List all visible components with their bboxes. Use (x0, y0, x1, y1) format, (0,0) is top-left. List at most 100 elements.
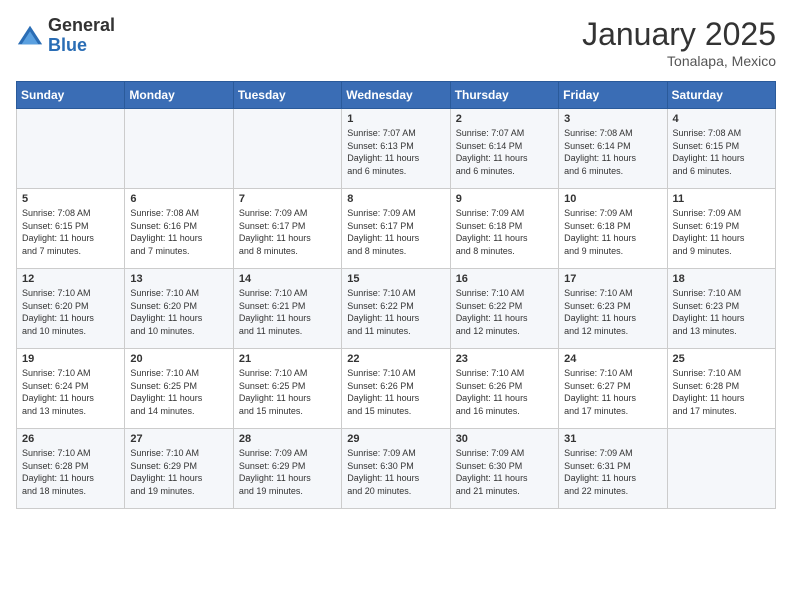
day-number: 13 (130, 273, 227, 285)
day-info: Sunrise: 7:09 AM Sunset: 6:19 PM Dayligh… (673, 207, 770, 257)
day-number: 5 (22, 193, 119, 205)
calendar-cell: 26Sunrise: 7:10 AM Sunset: 6:28 PM Dayli… (17, 429, 125, 509)
day-info: Sunrise: 7:10 AM Sunset: 6:29 PM Dayligh… (130, 447, 227, 497)
day-number: 15 (347, 273, 444, 285)
calendar-header-cell: Thursday (450, 82, 558, 109)
day-number: 11 (673, 193, 770, 205)
day-info: Sunrise: 7:10 AM Sunset: 6:26 PM Dayligh… (456, 367, 553, 417)
day-number: 30 (456, 433, 553, 445)
day-number: 17 (564, 273, 661, 285)
calendar-week-row: 26Sunrise: 7:10 AM Sunset: 6:28 PM Dayli… (17, 429, 776, 509)
day-number: 28 (239, 433, 336, 445)
day-info: Sunrise: 7:10 AM Sunset: 6:24 PM Dayligh… (22, 367, 119, 417)
day-number: 14 (239, 273, 336, 285)
day-info: Sunrise: 7:07 AM Sunset: 6:13 PM Dayligh… (347, 127, 444, 177)
day-info: Sunrise: 7:10 AM Sunset: 6:26 PM Dayligh… (347, 367, 444, 417)
day-number: 1 (347, 113, 444, 125)
day-info: Sunrise: 7:08 AM Sunset: 6:15 PM Dayligh… (673, 127, 770, 177)
day-info: Sunrise: 7:10 AM Sunset: 6:28 PM Dayligh… (673, 367, 770, 417)
calendar-cell: 24Sunrise: 7:10 AM Sunset: 6:27 PM Dayli… (559, 349, 667, 429)
day-info: Sunrise: 7:10 AM Sunset: 6:23 PM Dayligh… (673, 287, 770, 337)
day-info: Sunrise: 7:09 AM Sunset: 6:17 PM Dayligh… (239, 207, 336, 257)
calendar-week-row: 19 Sunrise: 7:10 AM Sunset: 6:24 PM Dayli… (17, 349, 776, 429)
calendar-cell: 14 Sunrise: 7:10 AM Sunset: 6:21 PM Dayli… (233, 269, 341, 349)
day-info: Sunrise: 7:10 AM Sunset: 6:27 PM Dayligh… (564, 367, 661, 417)
calendar-cell: 22 Sunrise: 7:10 AM Sunset: 6:26 PM Dayli… (342, 349, 450, 429)
calendar-cell: 8 Sunrise: 7:09 AM Sunset: 6:17 PM Daylig… (342, 189, 450, 269)
calendar-subtitle: Tonalapa, Mexico (582, 53, 776, 69)
calendar-cell: 7 Sunrise: 7:09 AM Sunset: 6:17 PM Daylig… (233, 189, 341, 269)
day-info: Sunrise: 7:08 AM Sunset: 6:15 PM Dayligh… (22, 207, 119, 257)
calendar-cell: 4 Sunrise: 7:08 AM Sunset: 6:15 PM Daylig… (667, 109, 775, 189)
calendar-cell: 6Sunrise: 7:08 AM Sunset: 6:16 PM Daylig… (125, 189, 233, 269)
day-number: 8 (347, 193, 444, 205)
day-info: Sunrise: 7:10 AM Sunset: 6:20 PM Dayligh… (22, 287, 119, 337)
calendar-cell: 16Sunrise: 7:10 AM Sunset: 6:22 PM Dayli… (450, 269, 558, 349)
calendar-cell: 2Sunrise: 7:07 AM Sunset: 6:14 PM Daylig… (450, 109, 558, 189)
calendar-cell: 28Sunrise: 7:09 AM Sunset: 6:29 PM Dayli… (233, 429, 341, 509)
day-info: Sunrise: 7:09 AM Sunset: 6:18 PM Dayligh… (456, 207, 553, 257)
day-number: 21 (239, 353, 336, 365)
calendar-cell: 20Sunrise: 7:10 AM Sunset: 6:25 PM Dayli… (125, 349, 233, 429)
logo-icon (16, 22, 44, 50)
day-number: 23 (456, 353, 553, 365)
calendar-header-cell: Sunday (17, 82, 125, 109)
calendar-cell (667, 429, 775, 509)
calendar-cell: 12Sunrise: 7:10 AM Sunset: 6:20 PM Dayli… (17, 269, 125, 349)
day-info: Sunrise: 7:09 AM Sunset: 6:17 PM Dayligh… (347, 207, 444, 257)
calendar-cell: 21 Sunrise: 7:10 AM Sunset: 6:25 PM Dayli… (233, 349, 341, 429)
day-number: 22 (347, 353, 444, 365)
calendar-cell: 10 Sunrise: 7:09 AM Sunset: 6:18 PM Dayli… (559, 189, 667, 269)
calendar-cell: 15 Sunrise: 7:10 AM Sunset: 6:22 PM Dayli… (342, 269, 450, 349)
day-number: 3 (564, 113, 661, 125)
day-number: 9 (456, 193, 553, 205)
calendar-week-row: 1 Sunrise: 7:07 AM Sunset: 6:13 PM Daylig… (17, 109, 776, 189)
calendar-cell: 5 Sunrise: 7:08 AM Sunset: 6:15 PM Daylig… (17, 189, 125, 269)
calendar-cell (125, 109, 233, 189)
day-number: 19 (22, 353, 119, 365)
day-info: Sunrise: 7:09 AM Sunset: 6:31 PM Dayligh… (564, 447, 661, 497)
day-info: Sunrise: 7:10 AM Sunset: 6:21 PM Dayligh… (239, 287, 336, 337)
calendar-cell: 27Sunrise: 7:10 AM Sunset: 6:29 PM Dayli… (125, 429, 233, 509)
calendar-cell: 19 Sunrise: 7:10 AM Sunset: 6:24 PM Dayli… (17, 349, 125, 429)
calendar-header-cell: Wednesday (342, 82, 450, 109)
day-info: Sunrise: 7:10 AM Sunset: 6:25 PM Dayligh… (130, 367, 227, 417)
calendar-header-cell: Friday (559, 82, 667, 109)
day-number: 18 (673, 273, 770, 285)
day-info: Sunrise: 7:10 AM Sunset: 6:22 PM Dayligh… (456, 287, 553, 337)
day-info: Sunrise: 7:10 AM Sunset: 6:22 PM Dayligh… (347, 287, 444, 337)
day-number: 2 (456, 113, 553, 125)
day-number: 10 (564, 193, 661, 205)
calendar-cell: 30Sunrise: 7:09 AM Sunset: 6:30 PM Dayli… (450, 429, 558, 509)
day-info: Sunrise: 7:08 AM Sunset: 6:16 PM Dayligh… (130, 207, 227, 257)
calendar-header-row: SundayMondayTuesdayWednesdayThursdayFrid… (17, 82, 776, 109)
calendar-cell: 25 Sunrise: 7:10 AM Sunset: 6:28 PM Dayli… (667, 349, 775, 429)
calendar-title: January 2025 (582, 16, 776, 53)
calendar-cell: 31Sunrise: 7:09 AM Sunset: 6:31 PM Dayli… (559, 429, 667, 509)
calendar-cell: 11 Sunrise: 7:09 AM Sunset: 6:19 PM Dayli… (667, 189, 775, 269)
logo-text: General Blue (48, 16, 115, 56)
day-info: Sunrise: 7:09 AM Sunset: 6:30 PM Dayligh… (347, 447, 444, 497)
calendar-cell (233, 109, 341, 189)
calendar-header-cell: Tuesday (233, 82, 341, 109)
day-number: 25 (673, 353, 770, 365)
calendar-cell: 18 Sunrise: 7:10 AM Sunset: 6:23 PM Dayli… (667, 269, 775, 349)
day-info: Sunrise: 7:09 AM Sunset: 6:18 PM Dayligh… (564, 207, 661, 257)
calendar-cell (17, 109, 125, 189)
day-number: 7 (239, 193, 336, 205)
calendar-header-cell: Saturday (667, 82, 775, 109)
calendar-cell: 1 Sunrise: 7:07 AM Sunset: 6:13 PM Daylig… (342, 109, 450, 189)
day-number: 4 (673, 113, 770, 125)
calendar-header-cell: Monday (125, 82, 233, 109)
calendar-table: SundayMondayTuesdayWednesdayThursdayFrid… (16, 81, 776, 509)
logo-blue: Blue (48, 35, 87, 55)
day-info: Sunrise: 7:10 AM Sunset: 6:23 PM Dayligh… (564, 287, 661, 337)
day-info: Sunrise: 7:10 AM Sunset: 6:28 PM Dayligh… (22, 447, 119, 497)
calendar-cell: 29Sunrise: 7:09 AM Sunset: 6:30 PM Dayli… (342, 429, 450, 509)
day-info: Sunrise: 7:10 AM Sunset: 6:25 PM Dayligh… (239, 367, 336, 417)
calendar-cell: 17 Sunrise: 7:10 AM Sunset: 6:23 PM Dayli… (559, 269, 667, 349)
calendar-cell: 9 Sunrise: 7:09 AM Sunset: 6:18 PM Daylig… (450, 189, 558, 269)
page-header: General Blue January 2025 Tonalapa, Mexi… (16, 16, 776, 69)
logo: General Blue (16, 16, 115, 56)
calendar-week-row: 12Sunrise: 7:10 AM Sunset: 6:20 PM Dayli… (17, 269, 776, 349)
